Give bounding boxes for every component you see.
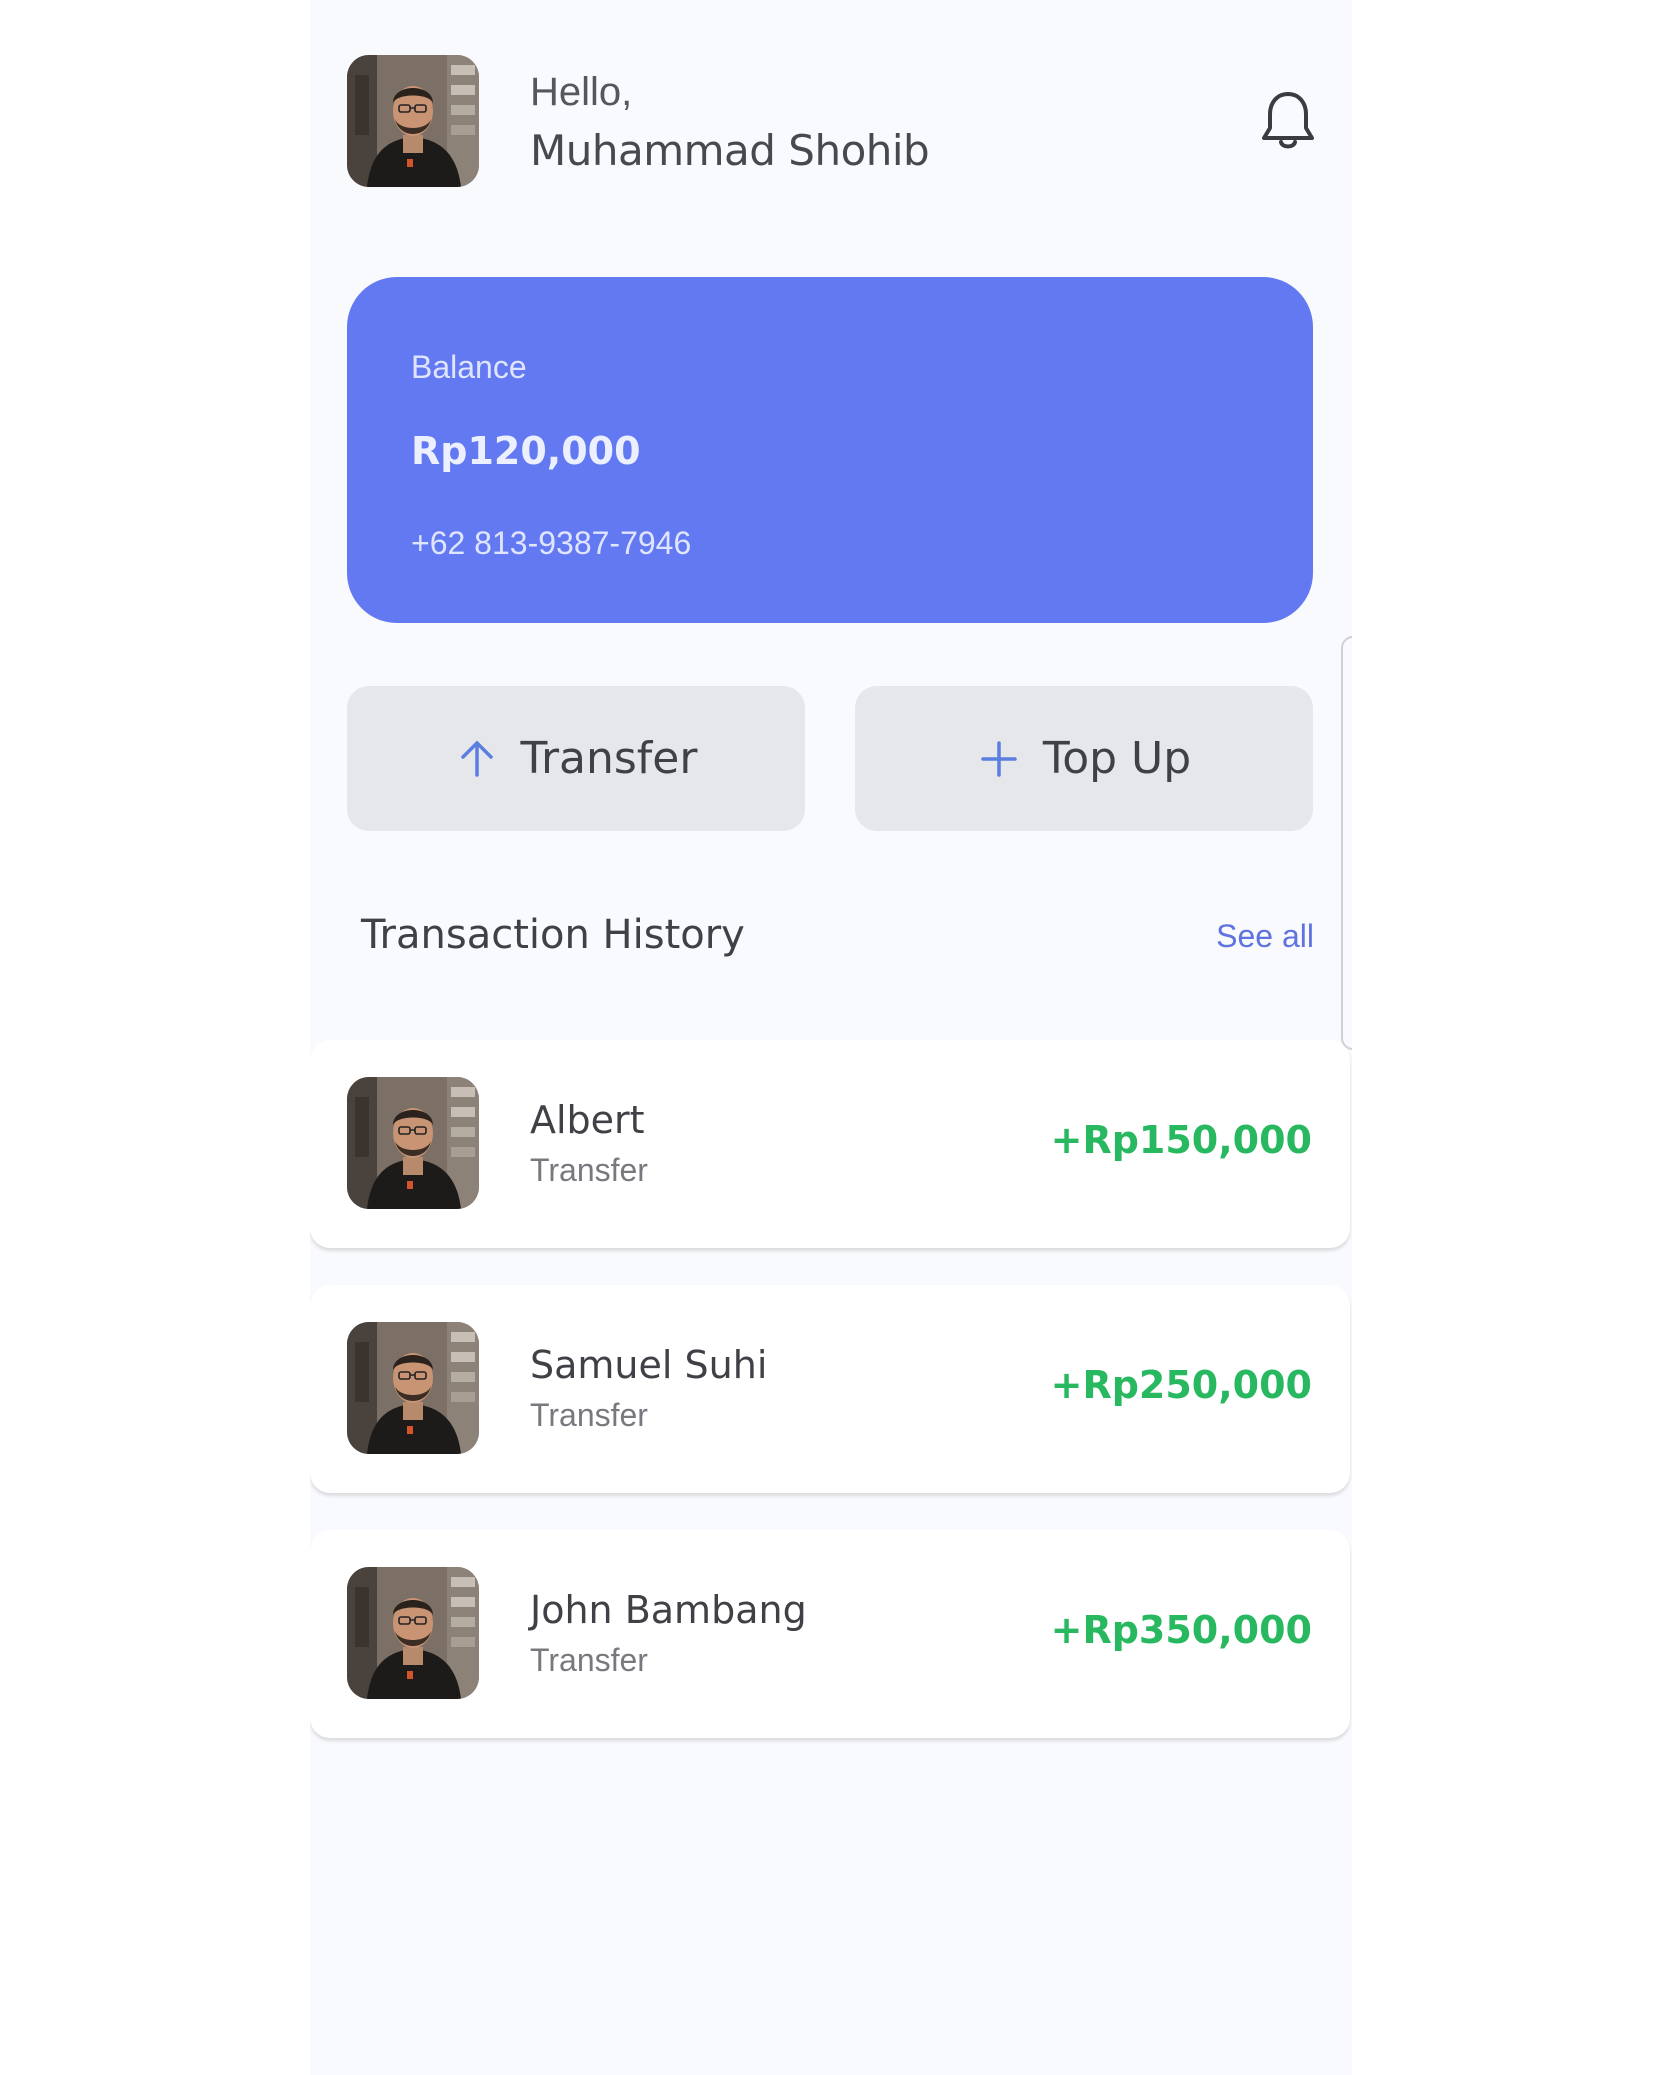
transaction-type: Transfer <box>530 1642 648 1678</box>
avatar <box>347 1077 479 1209</box>
transaction-amount: +Rp150,000 <box>1050 1118 1312 1162</box>
avatar <box>347 1567 479 1699</box>
user-name: Muhammad Shohib <box>530 126 930 175</box>
profile-avatar[interactable] <box>347 55 479 187</box>
balance-label: Balance <box>411 349 527 385</box>
balance-amount: Rp120,000 <box>411 429 641 473</box>
phone-number: +62 813-9387-7946 <box>411 525 692 561</box>
see-all-link[interactable]: See all <box>1216 918 1314 955</box>
transaction-type: Transfer <box>530 1397 648 1433</box>
transaction-name: Albert <box>530 1098 645 1142</box>
transaction-history-title: Transaction History <box>361 912 745 958</box>
top-up-label: Top Up <box>1042 733 1192 784</box>
transaction-type: Transfer <box>530 1152 648 1188</box>
transfer-label: Transfer <box>520 733 698 784</box>
transaction-row[interactable]: Samuel Suhi Transfer +Rp250,000 <box>310 1285 1350 1493</box>
bell-icon[interactable] <box>1258 88 1318 152</box>
transaction-amount: +Rp350,000 <box>1050 1608 1312 1652</box>
transaction-row[interactable]: Albert Transfer +Rp150,000 <box>310 1040 1350 1248</box>
app-screen: Hello, Muhammad Shohib Balance Rp120,000… <box>310 0 1352 2075</box>
top-up-button[interactable]: Top Up <box>855 686 1313 831</box>
transfer-button[interactable]: Transfer <box>347 686 805 831</box>
transaction-row[interactable]: John Bambang Transfer +Rp350,000 <box>310 1530 1350 1738</box>
arrow-up-icon <box>460 740 493 777</box>
avatar <box>347 1322 479 1454</box>
transaction-amount: +Rp250,000 <box>1050 1363 1312 1407</box>
transaction-name: John Bambang <box>530 1588 807 1632</box>
balance-card: Balance Rp120,000 +62 813-9387-7946 <box>347 277 1313 623</box>
scroll-indicator[interactable] <box>1341 636 1352 1050</box>
transaction-name: Samuel Suhi <box>530 1343 768 1387</box>
greeting-text: Hello, <box>530 70 633 114</box>
plus-icon <box>981 740 1017 777</box>
